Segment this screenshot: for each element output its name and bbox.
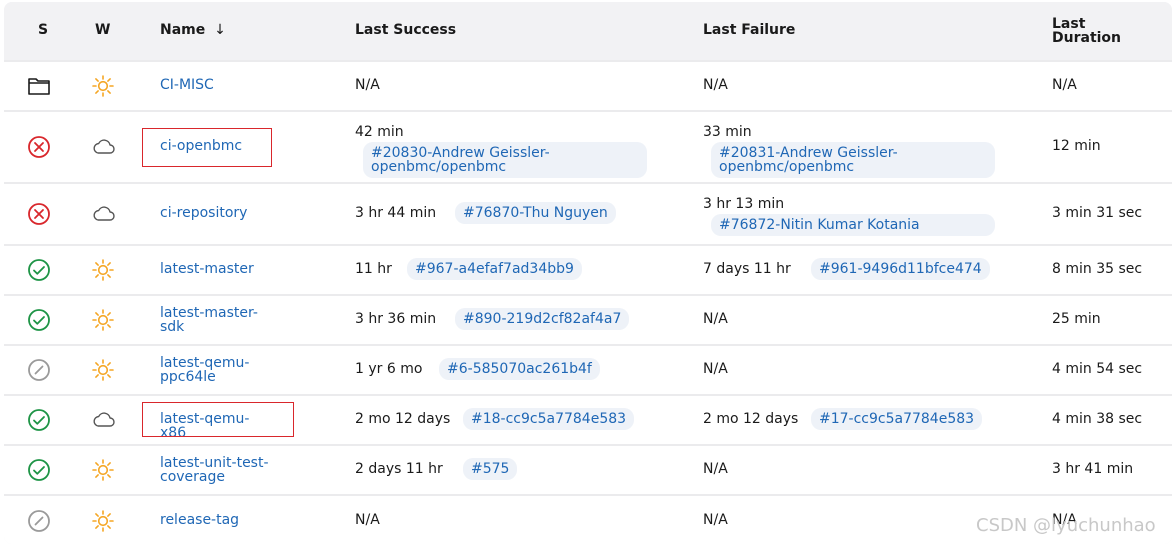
job-name-link[interactable]: latest-master [160,262,270,276]
column-header-name[interactable]: Name ↓ [160,22,226,38]
disabled-status-icon [27,509,51,533]
last-failure-time: 7 days 11 hr [703,261,791,277]
last-failure-build-link[interactable]: #17-cc9c5a7784e583 [811,408,983,430]
last-success-time: 1 yr 6 mo [355,361,423,377]
last-success-build-link[interactable]: #575 [463,458,518,480]
watermark: CSDN @lyuchunhao [976,515,1156,536]
job-name-link[interactable]: release-tag [160,513,270,527]
last-success-build-link[interactable]: #20830-Andrew Geissler-openbmc/openbmc [363,142,647,178]
sunny-weather-icon [91,458,115,482]
disabled-status-icon [27,358,51,382]
last-failure-time: N/A [703,361,728,377]
folder-icon [27,74,51,98]
sunny-weather-icon [91,308,115,332]
sunny-weather-icon [91,358,115,382]
sunny-weather-icon [91,509,115,533]
last-success-build-link[interactable]: #890-219d2cf82af4a7 [455,308,630,330]
failed-status-icon [27,202,51,226]
last-success-time: 2 mo 12 days [355,411,451,427]
last-success-build-link[interactable]: #18-cc9c5a7784e583 [463,408,635,430]
sunny-weather-icon [91,74,115,98]
table-row: CI-MISC N/A N/A N/A [4,60,1172,110]
last-duration: 25 min [1052,311,1101,327]
last-success-time: 42 min [355,124,404,140]
last-duration: N/A [1052,77,1077,93]
success-status-icon [27,458,51,482]
last-failure-time: N/A [703,512,728,528]
last-success-time: 11 hr [355,261,392,277]
table-header: S W Name ↓ Last Success Last Failure Las… [4,2,1172,60]
job-table: S W Name ↓ Last Success Last Failure Las… [4,2,1172,544]
last-failure-time: N/A [703,77,728,93]
table-row: latest-qemu-ppc64le 1 yr 6 mo #6-585070ac2… [4,344,1172,394]
last-success-time: 2 days 11 hr [355,461,443,477]
last-duration: 8 min 35 sec [1052,261,1143,277]
column-header-last-success[interactable]: Last Success [355,22,456,38]
last-failure-build-link[interactable]: #20831-Andrew Geissler-openbmc/openbmc [711,142,995,178]
table-row: latest-unit-test-coverage 2 days 11 hr #57… [4,444,1172,494]
success-status-icon [27,408,51,432]
last-failure-build-link[interactable]: #76872-Nitin Kumar Kotania [711,214,995,236]
success-status-icon [27,258,51,282]
job-name-link[interactable]: latest-unit-test-coverage [160,456,270,484]
last-duration: 12 min [1052,138,1101,154]
last-duration: 3 min 31 sec [1052,205,1143,221]
last-success-build-link[interactable]: #6-585070ac261b4f [439,358,600,380]
highlight-box [142,128,272,167]
column-header-name-label: Name [160,22,206,38]
last-success-time: N/A [355,512,380,528]
job-name-link[interactable]: CI-MISC [160,78,270,92]
job-name-link[interactable]: ci-repository [160,206,270,220]
job-name-link[interactable]: latest-master-sdk [160,306,270,334]
last-failure-time: 33 min [703,124,752,140]
job-name-link[interactable]: latest-qemu-ppc64le [160,356,270,384]
last-duration: 4 min 38 sec [1052,411,1143,427]
last-failure-time: N/A [703,311,728,327]
last-success-time: 3 hr 36 min [355,311,437,327]
last-failure-time: N/A [703,461,728,477]
last-success-time: 3 hr 44 min [355,205,437,221]
last-failure-time: 3 hr 13 min [703,196,785,212]
sunny-weather-icon [91,258,115,282]
cloudy-weather-icon [91,202,115,226]
table-row: ci-repository 3 hr 44 min #76870-Thu Nguye… [4,182,1172,244]
highlight-box [142,402,294,437]
last-duration: 3 hr 41 min [1052,461,1134,477]
table-row: latest-master-sdk 3 hr 36 min #890-219d2cf… [4,294,1172,344]
sort-descending-icon: ↓ [214,22,226,38]
column-header-last-failure[interactable]: Last Failure [703,22,795,38]
column-header-weather[interactable]: W [95,22,110,38]
last-failure-time: 2 mo 12 days [703,411,799,427]
last-failure-build-link[interactable]: #961-9496d11bfce474 [811,258,990,280]
last-success-build-link[interactable]: #967-a4efaf7ad34bb9 [407,258,582,280]
cloudy-weather-icon [91,135,115,159]
last-success-time: N/A [355,77,380,93]
table-row: latest-master 11 hr #967-a4efaf7ad34bb9 7 d… [4,244,1172,294]
cloudy-weather-icon [91,408,115,432]
column-header-status[interactable]: S [38,22,48,38]
last-duration: 4 min 54 sec [1052,361,1143,377]
success-status-icon [27,308,51,332]
last-success-build-link[interactable]: #76870-Thu Nguyen [455,202,616,224]
failed-status-icon [27,135,51,159]
column-header-last-duration[interactable]: Last Duration [1052,17,1122,45]
